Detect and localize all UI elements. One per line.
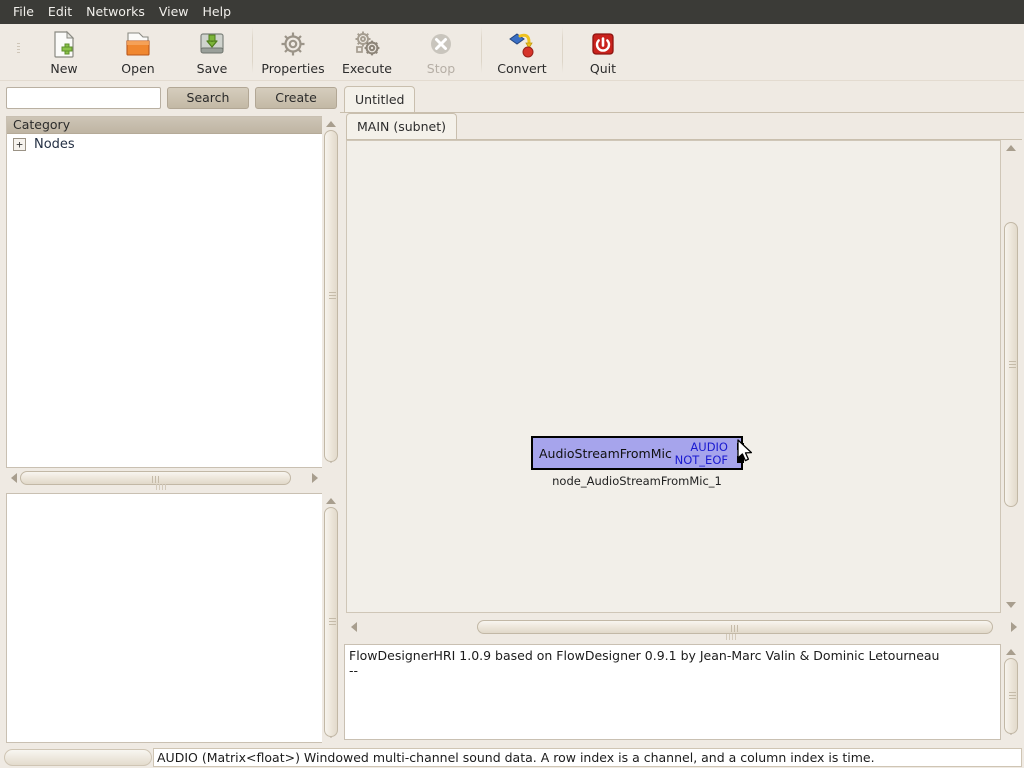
- quit-button[interactable]: Quit: [566, 24, 640, 78]
- output-port-not-eof[interactable]: NOT_EOF: [674, 452, 744, 467]
- gear-icon: [277, 28, 309, 60]
- scroll-up-arrow-icon[interactable]: [1006, 649, 1016, 655]
- menu-file[interactable]: File: [6, 3, 41, 22]
- left-pane-splitter[interactable]: [156, 484, 166, 490]
- menu-bar: File Edit Networks View Help: [0, 0, 1024, 24]
- quit-button-label: Quit: [589, 61, 617, 76]
- new-button-label: New: [50, 61, 78, 76]
- scroll-right-arrow-icon[interactable]: [1011, 622, 1017, 632]
- subnet-tab-bar: MAIN (subnet): [346, 113, 1022, 141]
- node-instance-label: node_AudioStreamFromMic_1: [552, 474, 722, 488]
- parameters-vscroll-thumb[interactable]: [324, 507, 338, 737]
- open-folder-icon: [122, 28, 154, 60]
- category-column-header[interactable]: Category: [7, 117, 322, 134]
- category-hscroll-thumb[interactable]: [20, 471, 291, 485]
- canvas-vscroll-thumb[interactable]: [1004, 222, 1018, 507]
- save-disk-icon: [196, 28, 228, 60]
- execute-button-label: Execute: [342, 61, 392, 76]
- tab-untitled[interactable]: Untitled: [344, 86, 416, 112]
- log-line: FlowDesignerHRI 1.0.9 based on FlowDesig…: [349, 648, 940, 663]
- category-hscroll-track[interactable]: [20, 471, 309, 485]
- menu-view[interactable]: View: [152, 3, 196, 22]
- category-vscrollbar[interactable]: [322, 116, 340, 468]
- node-AudioStreamFromMic[interactable]: AudioStreamFromMic AUDIO NOT_EOF: [531, 436, 744, 470]
- scroll-grip-icon: [1009, 692, 1016, 700]
- new-button[interactable]: New: [27, 24, 101, 78]
- canvas-hscroll-track[interactable]: [360, 620, 1008, 634]
- category-vscroll-thumb[interactable]: [324, 130, 338, 462]
- log-vscroll-thumb[interactable]: [1004, 658, 1018, 734]
- network-canvas[interactable]: AudioStreamFromMic AUDIO NOT_EOF node_Au…: [346, 140, 1001, 613]
- convert-button-label: Convert: [497, 61, 547, 76]
- convert-icon: [506, 28, 538, 60]
- new-document-icon: [48, 28, 80, 60]
- scroll-left-arrow-icon[interactable]: [11, 473, 17, 483]
- scroll-up-arrow-icon[interactable]: [1006, 145, 1016, 151]
- parameters-vscrollbar[interactable]: [322, 493, 340, 743]
- toolbar-separator: [252, 27, 253, 73]
- log-line: --: [349, 663, 359, 678]
- scroll-right-arrow-icon[interactable]: [312, 473, 318, 483]
- toolbar: New Open Save Properties Execute Stop Co…: [0, 24, 1024, 81]
- save-button-label: Save: [196, 61, 228, 76]
- toolbar-separator-3: [562, 27, 563, 73]
- category-vscroll-track[interactable]: [324, 130, 338, 462]
- open-button-label: Open: [121, 61, 155, 76]
- stop-button-label: Stop: [426, 61, 456, 76]
- status-message: AUDIO (Matrix<float>) Windowed multi-cha…: [153, 748, 1022, 767]
- canvas-log-splitter[interactable]: [726, 634, 736, 640]
- search-row: Search Create: [0, 82, 337, 113]
- scroll-grip-icon: [329, 618, 336, 626]
- properties-button-label: Properties: [261, 61, 325, 76]
- properties-button[interactable]: Properties: [256, 24, 330, 78]
- output-port-audio[interactable]: AUDIO: [690, 439, 744, 454]
- tree-item-label: Nodes: [34, 136, 75, 152]
- toolbar-separator-2: [481, 27, 482, 73]
- scroll-grip-icon: [731, 625, 739, 632]
- scroll-up-arrow-icon[interactable]: [326, 498, 336, 504]
- canvas-hscroll-thumb[interactable]: [477, 620, 993, 634]
- menu-edit[interactable]: Edit: [41, 3, 79, 22]
- node-output-ports: AUDIO NOT_EOF: [674, 439, 744, 467]
- tab-main-subnet[interactable]: MAIN (subnet): [346, 113, 457, 139]
- menu-help[interactable]: Help: [196, 3, 239, 22]
- scroll-grip-icon: [151, 476, 160, 483]
- parameters-vscroll-track[interactable]: [324, 507, 338, 737]
- document-tab-bar: Untitled: [340, 86, 1024, 114]
- stop-x-circle-icon: [425, 28, 457, 60]
- create-button[interactable]: Create: [255, 86, 337, 109]
- menu-networks[interactable]: Networks: [79, 3, 152, 22]
- status-progress-bar: [4, 749, 152, 766]
- node-title: AudioStreamFromMic: [539, 445, 672, 461]
- mouse-cursor-icon: [737, 439, 755, 469]
- node-parameters-panel: [6, 493, 323, 743]
- log-vscroll-track[interactable]: [1004, 658, 1018, 734]
- canvas-hscrollbar[interactable]: [346, 618, 1022, 636]
- toolbar-drag-handle[interactable]: [14, 24, 23, 72]
- scroll-grip-icon: [329, 292, 336, 300]
- scroll-grip-icon: [1009, 360, 1016, 369]
- output-port-audio-label: AUDIO: [690, 439, 728, 454]
- log-vscrollbar[interactable]: [1002, 644, 1020, 740]
- save-button[interactable]: Save: [175, 24, 249, 78]
- execute-button[interactable]: Execute: [330, 24, 404, 78]
- convert-button[interactable]: Convert: [485, 24, 559, 78]
- stop-button: Stop: [404, 24, 478, 78]
- output-port-not-eof-label: NOT_EOF: [674, 452, 728, 467]
- search-input[interactable]: [6, 86, 161, 109]
- tree-item-nodes[interactable]: + Nodes: [7, 134, 322, 154]
- canvas-vscroll-track[interactable]: [1004, 154, 1018, 599]
- scroll-left-arrow-icon[interactable]: [351, 622, 357, 632]
- open-button[interactable]: Open: [101, 24, 175, 78]
- status-bar: AUDIO (Matrix<float>) Windowed multi-cha…: [0, 746, 1024, 768]
- power-quit-icon: [587, 28, 619, 60]
- category-panel: Category + Nodes: [6, 116, 323, 468]
- gears-run-icon: [351, 28, 383, 60]
- expand-plus-icon[interactable]: +: [13, 137, 26, 151]
- canvas-vscrollbar[interactable]: [1002, 140, 1020, 613]
- log-output-panel[interactable]: FlowDesignerHRI 1.0.9 based on FlowDesig…: [344, 644, 1001, 740]
- scroll-down-arrow-icon[interactable]: [1006, 602, 1016, 608]
- scroll-up-arrow-icon[interactable]: [326, 121, 336, 127]
- search-button[interactable]: Search: [167, 86, 249, 109]
